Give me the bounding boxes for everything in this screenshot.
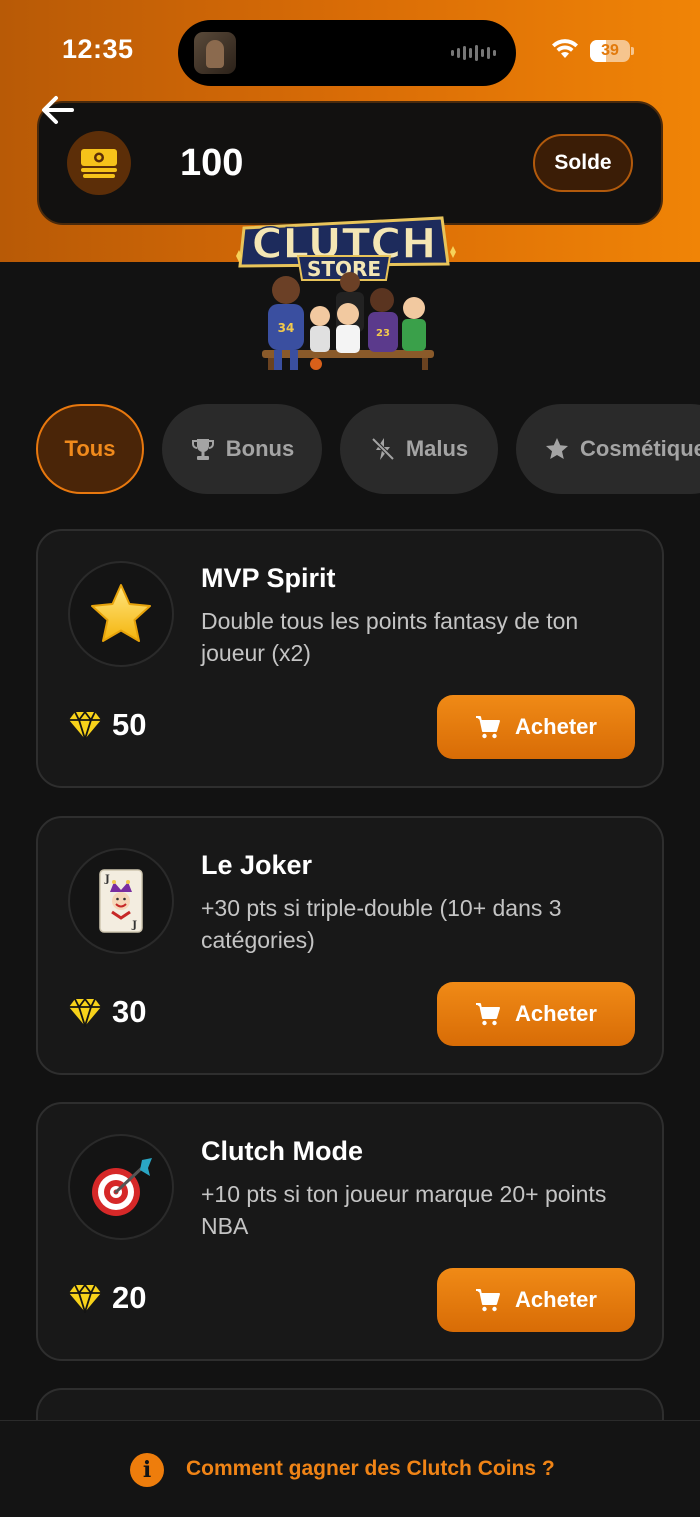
now-playing-thumbnail (194, 32, 236, 74)
earn-coins-link[interactable]: Comment gagner des Clutch Coins ? (186, 1457, 555, 1481)
back-arrow-icon[interactable] (38, 92, 78, 132)
star-emoji-icon (91, 584, 151, 642)
svg-text:34: 34 (278, 321, 295, 335)
tab-bonus[interactable]: Bonus (162, 404, 322, 494)
item-title: MVP Spirit (201, 563, 336, 593)
buy-button-label: Acheter (515, 714, 597, 739)
item-icon-container (68, 1134, 174, 1240)
buy-button[interactable]: Acheter (437, 1268, 635, 1332)
tab-label: Tous (64, 436, 116, 461)
status-time: 12:35 (62, 34, 134, 64)
item-price: 20 (68, 1280, 146, 1316)
store-item-card: MVP Spirit Double tous les points fantas… (36, 529, 664, 788)
battery-level: 39 (601, 42, 619, 59)
star-icon (546, 438, 568, 459)
item-description: +10 pts si ton joueur marque 20+ points … (201, 1181, 607, 1239)
item-description: Double tous les points fantasy de ton jo… (201, 608, 579, 666)
store-item-card: Clutch Mode +10 pts si ton joueur marque… (36, 1102, 664, 1361)
coins-icon (67, 131, 131, 195)
store-item-card: J J Le Joker +30 pts si triple-double (1… (36, 816, 664, 1075)
svg-text:J: J (104, 874, 110, 885)
gem-icon (69, 997, 101, 1027)
target-dart-icon (92, 1158, 152, 1216)
footer-bar: i Comment gagner des Clutch Coins ? (0, 1420, 700, 1517)
tab-cosmetique[interactable]: Cosmétique (516, 404, 700, 494)
buy-button-label: Acheter (515, 1001, 597, 1026)
gem-icon (69, 1283, 101, 1313)
clutch-store-logo: CLUTCH STORE 34 23 (236, 216, 456, 370)
item-description: +30 pts si triple-double (10+ dans 3 cat… (201, 895, 562, 953)
buy-button-label: Acheter (515, 1287, 597, 1312)
item-title: Le Joker (201, 850, 313, 880)
cart-icon (476, 716, 501, 739)
wifi-icon (552, 39, 578, 58)
solde-button[interactable]: Solde (533, 134, 633, 192)
cart-icon (476, 1003, 501, 1026)
tab-tous[interactable]: Tous (36, 404, 144, 494)
item-price-value: 20 (112, 1280, 147, 1315)
item-icon-container: J J (68, 848, 174, 954)
svg-text:J: J (131, 920, 137, 931)
item-title: Clutch Mode (201, 1136, 363, 1166)
buy-button[interactable]: Acheter (437, 982, 635, 1046)
joker-card-icon: J J (99, 869, 143, 933)
battery-icon: 39 (590, 40, 634, 62)
item-price-value: 30 (112, 994, 147, 1029)
tab-label: Bonus (225, 436, 295, 461)
buy-button[interactable]: Acheter (437, 695, 635, 759)
gem-icon (69, 710, 101, 740)
lightning-off-icon (371, 437, 395, 461)
audio-wave-icon (451, 45, 496, 61)
item-price: 30 (68, 994, 146, 1030)
dynamic-island (178, 20, 516, 86)
coin-balance: 100 (180, 142, 244, 184)
tab-malus[interactable]: Malus (340, 404, 498, 494)
category-tabs: Tous Bonus Malus Cosmétique (0, 404, 700, 494)
tab-label: Cosmétique (580, 436, 700, 461)
item-icon-container (68, 561, 174, 667)
item-price: 50 (68, 707, 146, 743)
cart-icon (476, 1289, 501, 1312)
status-bar: 12:35 39 (0, 0, 700, 100)
info-icon: i (130, 1453, 164, 1487)
tab-label: Malus (405, 436, 469, 461)
item-price-value: 50 (112, 707, 147, 742)
svg-text:23: 23 (376, 328, 390, 339)
trophy-icon (191, 439, 214, 460)
